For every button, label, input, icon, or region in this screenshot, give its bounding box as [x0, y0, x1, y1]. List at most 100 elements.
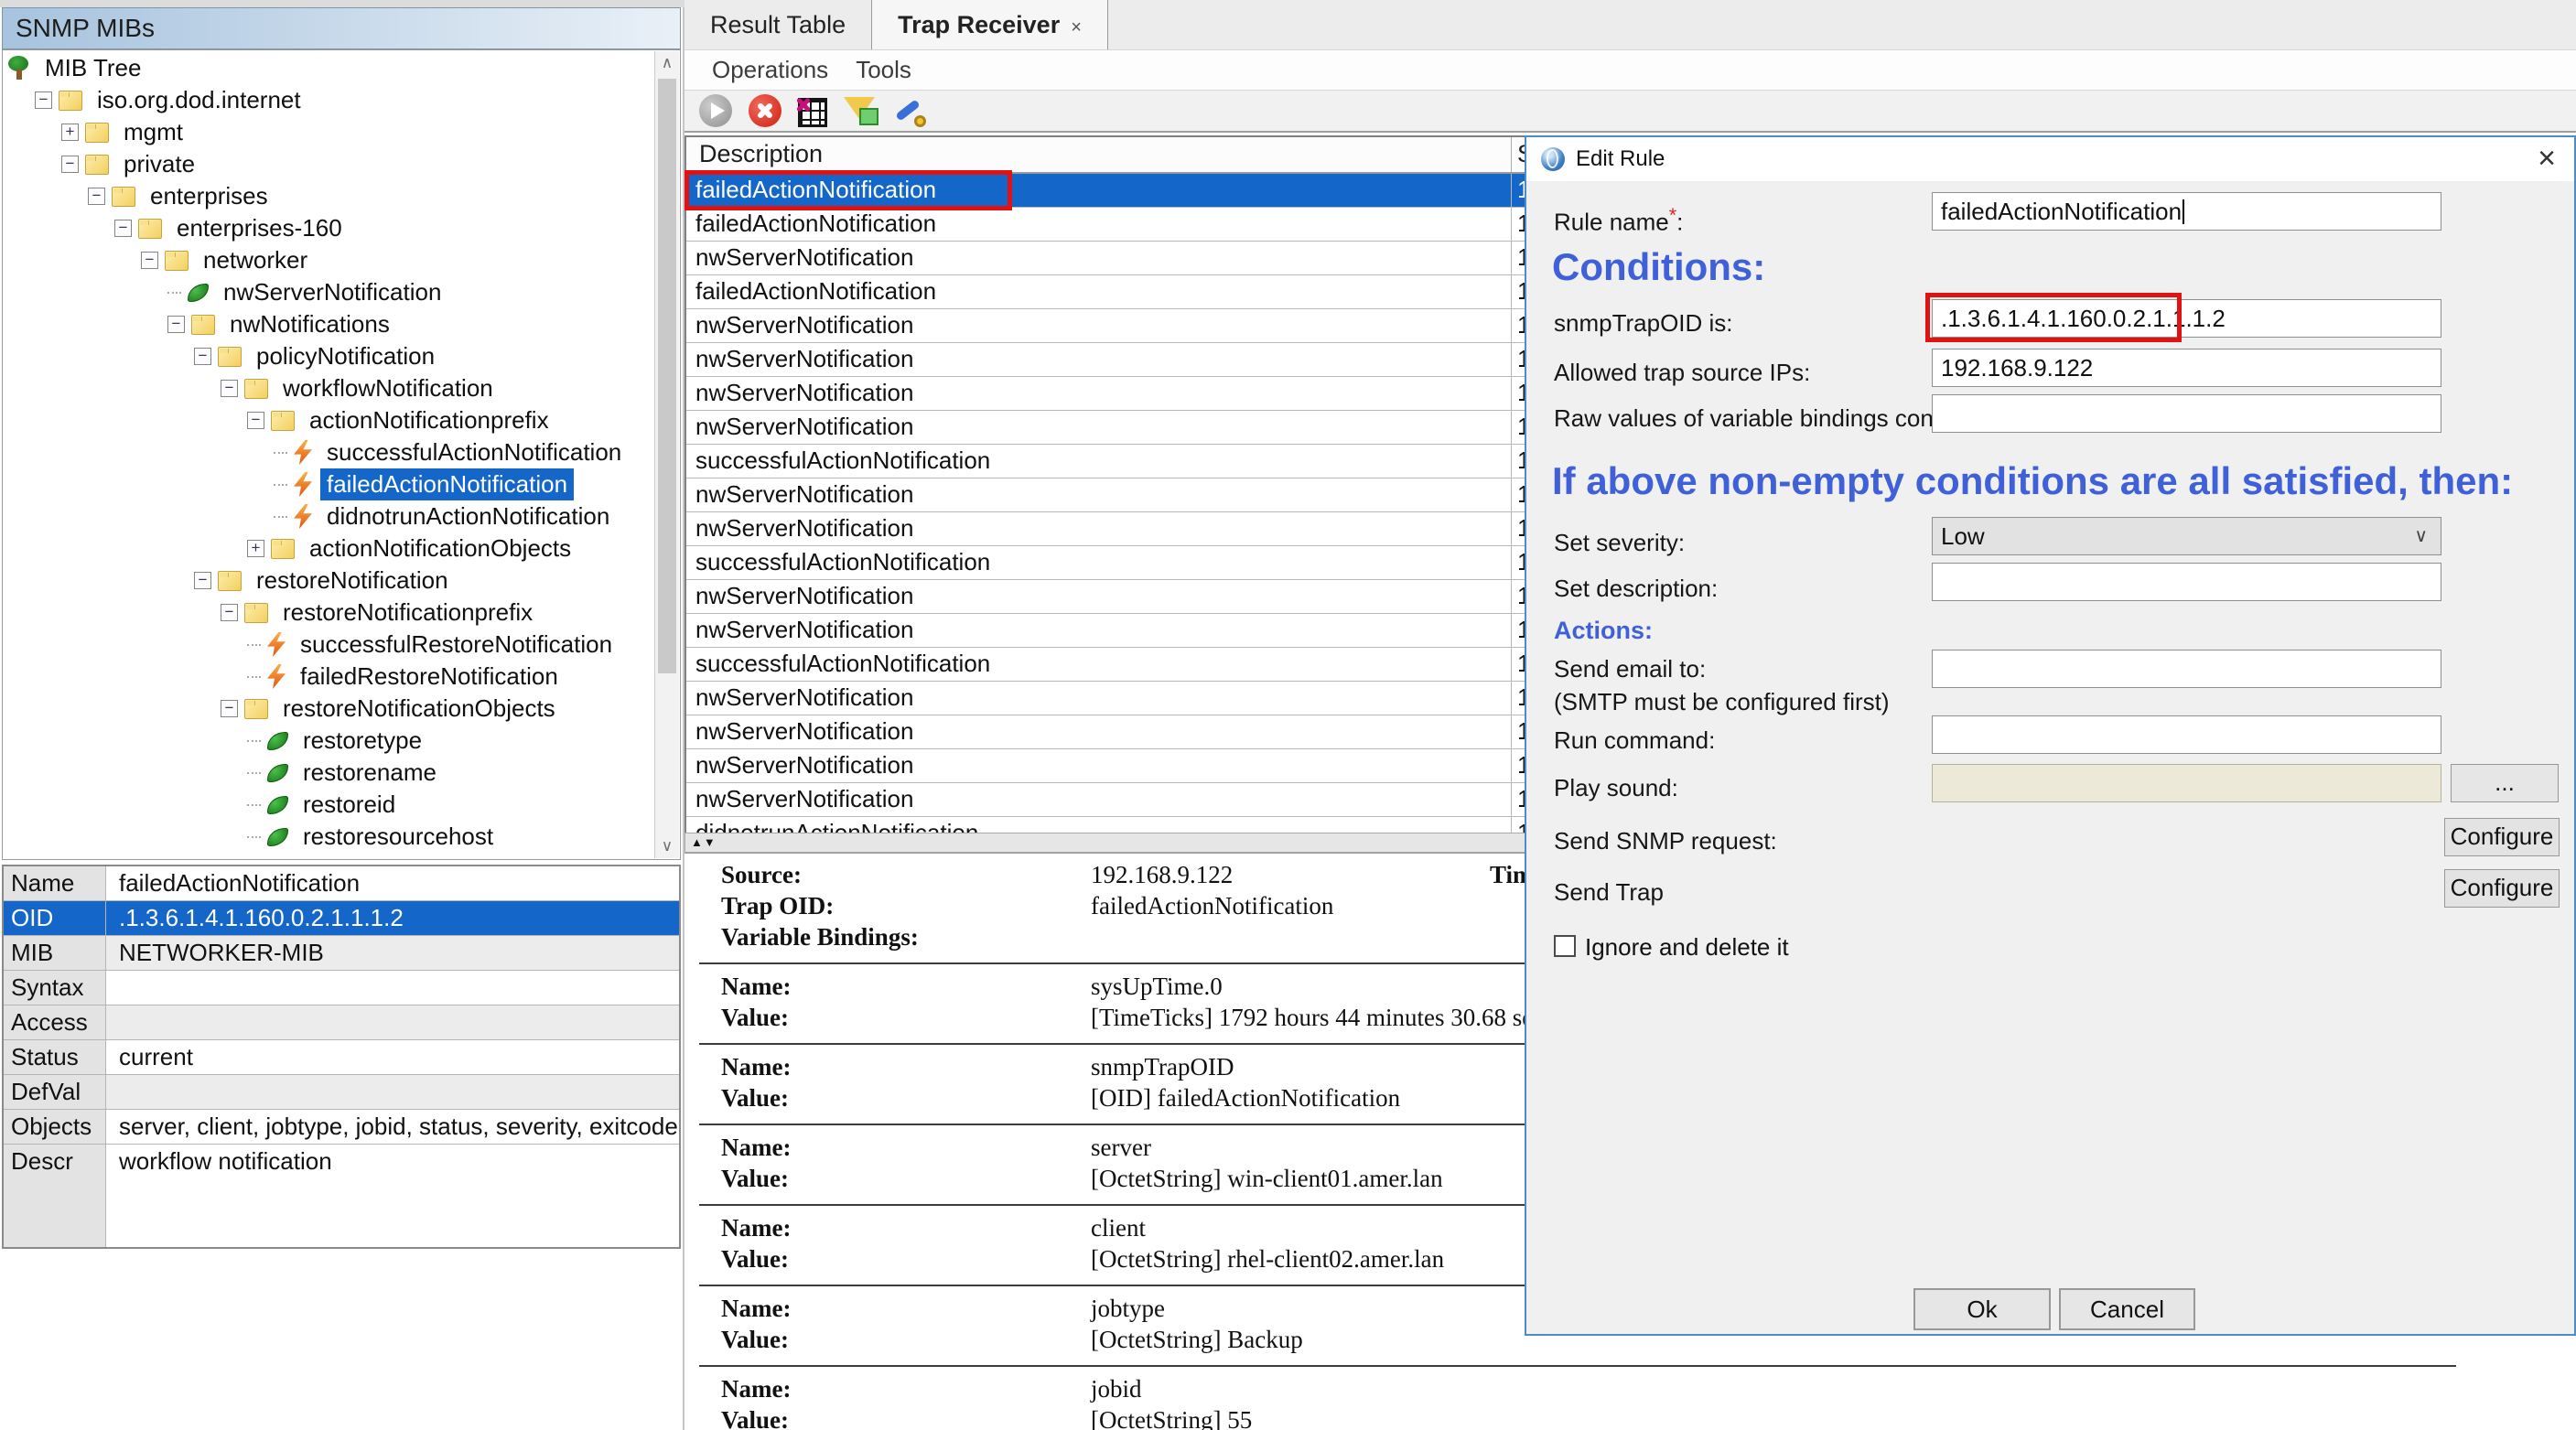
tree-item[interactable]: −restoreNotificationprefix — [3, 597, 654, 629]
tree-item[interactable]: −workflowNotification — [3, 372, 654, 404]
tree-item-label: failedRestoreNotification — [294, 661, 565, 693]
scrollbar-thumb[interactable] — [658, 79, 676, 673]
tree-item[interactable]: MIB Tree — [3, 52, 654, 84]
dialog-close-icon[interactable]: × — [2538, 137, 2556, 179]
folder-icon — [271, 411, 295, 431]
tree-expander-minus-icon[interactable]: − — [167, 316, 185, 333]
row-description: nwServerNotification — [686, 377, 1512, 410]
tree-expander-minus-icon[interactable]: − — [141, 252, 158, 269]
set-description-input[interactable] — [1932, 563, 2441, 601]
tab-result-table[interactable]: Result Table — [684, 0, 871, 49]
tree-item[interactable]: restoredestinationhost — [3, 853, 654, 860]
tree-item[interactable]: −restoreNotification — [3, 564, 654, 597]
tree-item[interactable]: +actionNotificationObjects — [3, 532, 654, 564]
tree-item[interactable]: nwServerNotification — [3, 276, 654, 308]
play-sound-input[interactable] — [1932, 764, 2441, 802]
tree-expander-minus-icon[interactable]: − — [88, 188, 105, 205]
tree-expander-minus-icon[interactable]: − — [221, 604, 238, 621]
settings-icon[interactable] — [893, 94, 926, 127]
cancel-button[interactable]: Cancel — [2059, 1288, 2195, 1330]
tree-item-label: restoreid — [296, 789, 402, 821]
tree-expander-minus-icon[interactable]: − — [114, 220, 132, 237]
tree-item[interactable]: −enterprises — [3, 180, 654, 212]
ok-button[interactable]: Ok — [1913, 1288, 2051, 1330]
browse-button[interactable]: ... — [2451, 764, 2559, 802]
property-row[interactable]: Descrworkflow notification — [4, 1145, 679, 1247]
scroll-down-icon[interactable]: ∨ — [655, 834, 679, 858]
allowed-ips-input[interactable]: 192.168.9.122 — [1932, 349, 2441, 387]
rule-name-input[interactable]: failedActionNotification — [1932, 192, 2441, 231]
tree-item[interactable]: successfulActionNotification — [3, 436, 654, 468]
tab-close-icon[interactable]: × — [1071, 17, 1082, 38]
tree-item[interactable]: −restoreNotificationObjects — [3, 693, 654, 725]
tree-expander-plus-icon[interactable]: + — [61, 124, 79, 141]
ignore-checkbox[interactable] — [1554, 935, 1576, 957]
configure-trap-button[interactable]: Configure — [2444, 869, 2560, 908]
property-row[interactable]: OID.1.3.6.1.4.1.160.0.2.1.1.1.2 — [4, 901, 679, 936]
property-row[interactable]: NamefailedActionNotification — [4, 866, 679, 901]
property-row[interactable]: Syntax — [4, 971, 679, 1005]
dialog-titlebar[interactable]: Edit Rule × — [1526, 137, 2574, 181]
tree-expander-minus-icon[interactable]: − — [61, 156, 79, 173]
severity-value: Low — [1941, 522, 1985, 550]
filter-icon[interactable] — [844, 94, 877, 127]
snmptrapoid-input[interactable]: .1.3.6.1.4.1.160.0.2.1.1.1.2 — [1932, 299, 2441, 338]
tree-expander-minus-icon[interactable]: − — [247, 412, 264, 429]
binding-name-value: jobtype — [1091, 1295, 1165, 1323]
tree-item[interactable]: successfulRestoreNotification — [3, 629, 654, 661]
binding-name-value: snmpTrapOID — [1091, 1053, 1234, 1081]
tree-item[interactable]: −iso.org.dod.internet — [3, 84, 654, 116]
tree-item[interactable]: −private — [3, 148, 654, 180]
property-row[interactable]: Objectsserver, client, jobtype, jobid, s… — [4, 1110, 679, 1145]
row-description: nwServerNotification — [686, 749, 1512, 782]
tree-trunk — [16, 70, 22, 80]
tree-item[interactable]: −enterprises-160 — [3, 212, 654, 244]
tree-item[interactable]: didnotrunActionNotification — [3, 500, 654, 532]
tree-item[interactable]: restoretype — [3, 725, 654, 757]
tree-item[interactable]: −policyNotification — [3, 340, 654, 372]
tree-item[interactable]: restoresourcehost — [3, 821, 654, 853]
tree-expander-minus-icon[interactable]: − — [221, 380, 238, 397]
play-icon[interactable] — [699, 94, 732, 127]
mib-tree: MIB Tree−iso.org.dod.internet+mgmt−priva… — [2, 49, 681, 860]
stop-icon[interactable] — [749, 94, 781, 127]
tab-trap-receiver[interactable]: Trap Receiver× — [871, 0, 1108, 49]
menu-operations[interactable]: Operations — [712, 56, 828, 84]
run-command-input[interactable] — [1932, 715, 2441, 754]
binding-separator — [699, 1365, 2456, 1367]
tree-expander-plus-icon[interactable]: + — [247, 540, 264, 557]
tree-expander-minus-icon[interactable]: − — [194, 572, 211, 589]
tree-item[interactable]: −nwNotifications — [3, 308, 654, 340]
row-description: nwServerNotification — [686, 783, 1512, 816]
scroll-up-icon[interactable]: ∧ — [655, 51, 679, 75]
tree-expander-minus-icon[interactable]: − — [194, 348, 211, 365]
root-icon — [8, 56, 30, 81]
property-row[interactable]: Statuscurrent — [4, 1040, 679, 1075]
tree-item[interactable]: −actionNotificationprefix — [3, 404, 654, 436]
tree-item[interactable]: failedActionNotification — [3, 468, 654, 500]
tree-item[interactable]: +mgmt — [3, 116, 654, 148]
property-row[interactable]: DefVal — [4, 1075, 679, 1110]
raw-values-input[interactable] — [1932, 394, 2441, 433]
property-label: Status — [4, 1040, 106, 1074]
property-row[interactable]: MIBNETWORKER-MIB — [4, 936, 679, 971]
row-description: nwServerNotification — [686, 614, 1512, 647]
tree-item-label: failedActionNotification — [320, 468, 574, 500]
menu-tools[interactable]: Tools — [856, 56, 911, 84]
header-description[interactable]: Description — [686, 137, 1512, 172]
tree-item[interactable]: restoreid — [3, 789, 654, 821]
tree-scrollbar[interactable]: ∧ ∨ — [654, 51, 679, 858]
tree-item[interactable]: −networker — [3, 244, 654, 276]
send-email-input[interactable] — [1932, 650, 2441, 688]
severity-dropdown[interactable]: Low ∨ — [1932, 517, 2441, 555]
tree-expander-minus-icon[interactable]: − — [221, 700, 238, 717]
clear-table-icon[interactable] — [798, 98, 827, 127]
leaf-icon — [267, 732, 288, 750]
configure-snmp-button[interactable]: Configure — [2444, 818, 2560, 856]
tree-expander-minus-icon[interactable]: − — [35, 91, 52, 109]
tree-item[interactable]: failedRestoreNotification — [3, 661, 654, 693]
trap-oid-label: Trap OID: — [721, 892, 834, 920]
property-row[interactable]: Access — [4, 1005, 679, 1040]
tree-item[interactable]: restorename — [3, 757, 654, 789]
tree-connector — [274, 516, 287, 518]
